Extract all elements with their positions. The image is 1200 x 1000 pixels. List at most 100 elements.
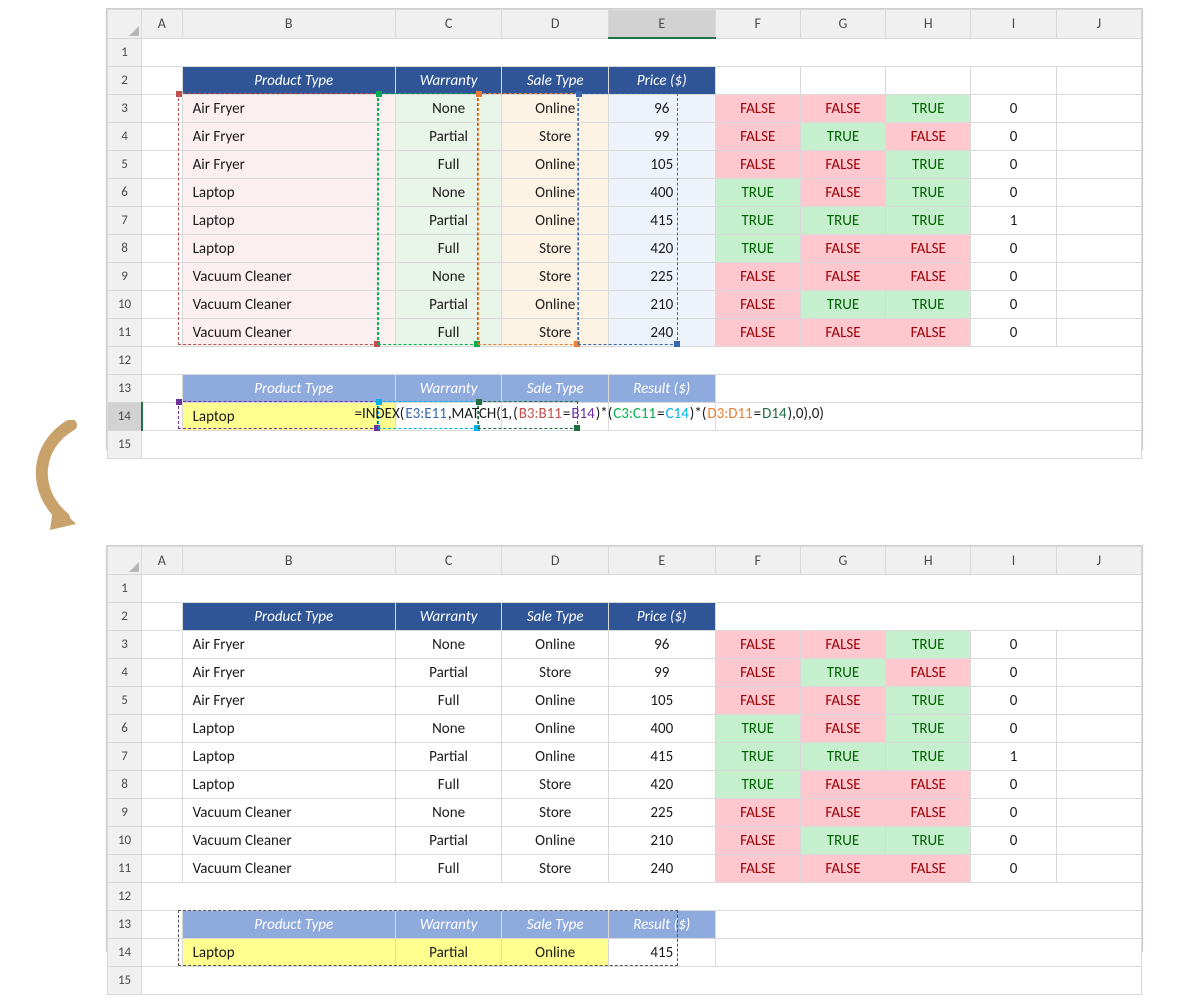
- row-header[interactable]: 9: [108, 263, 142, 291]
- cell[interactable]: [715, 375, 1141, 403]
- cell[interactable]: 420: [608, 771, 715, 799]
- cell[interactable]: [142, 179, 183, 207]
- cell[interactable]: TRUE: [886, 95, 971, 123]
- cell[interactable]: FALSE: [715, 123, 800, 151]
- header-price[interactable]: Price ($): [608, 603, 715, 631]
- cell[interactable]: [142, 123, 183, 151]
- cell[interactable]: [142, 431, 1142, 459]
- lookup-sale-type[interactable]: Online: [502, 939, 609, 967]
- cell[interactable]: Partial: [395, 743, 502, 771]
- lookup-header-product-type[interactable]: Product Type: [182, 375, 395, 403]
- cell[interactable]: 0: [971, 151, 1056, 179]
- cell[interactable]: [142, 207, 183, 235]
- col-header-D[interactable]: D: [502, 547, 609, 575]
- cell[interactable]: FALSE: [800, 855, 885, 883]
- cell[interactable]: 210: [608, 827, 715, 855]
- cell[interactable]: FALSE: [800, 715, 885, 743]
- cell[interactable]: 1: [971, 743, 1056, 771]
- col-header-C[interactable]: C: [395, 547, 502, 575]
- cell[interactable]: [395, 403, 502, 431]
- cell[interactable]: None: [395, 179, 502, 207]
- cell[interactable]: [1056, 659, 1141, 687]
- cell[interactable]: [1056, 771, 1141, 799]
- cell[interactable]: Vacuum Cleaner: [182, 799, 395, 827]
- cell[interactable]: 0: [971, 319, 1056, 347]
- row-header[interactable]: 1: [108, 38, 142, 67]
- row-header[interactable]: 5: [108, 151, 142, 179]
- row-header[interactable]: 11: [108, 319, 142, 347]
- cell[interactable]: Store: [502, 235, 609, 263]
- cell[interactable]: TRUE: [886, 715, 971, 743]
- header-product-type[interactable]: Product Type: [182, 67, 395, 95]
- cell[interactable]: 96: [608, 95, 715, 123]
- cell[interactable]: Store: [502, 319, 609, 347]
- cell[interactable]: FALSE: [715, 855, 800, 883]
- cell[interactable]: FALSE: [800, 687, 885, 715]
- cell[interactable]: [502, 403, 609, 431]
- cell[interactable]: Air Fryer: [182, 687, 395, 715]
- cell[interactable]: Laptop: [182, 207, 395, 235]
- row-header[interactable]: 6: [108, 715, 142, 743]
- cell[interactable]: Vacuum Cleaner: [182, 263, 395, 291]
- col-header-J[interactable]: J: [1056, 547, 1141, 575]
- cell[interactable]: Vacuum Cleaner: [182, 827, 395, 855]
- cell[interactable]: [142, 291, 183, 319]
- cell[interactable]: TRUE: [715, 207, 800, 235]
- cell[interactable]: FALSE: [715, 263, 800, 291]
- cell[interactable]: TRUE: [800, 207, 885, 235]
- cell[interactable]: FALSE: [715, 827, 800, 855]
- cell[interactable]: FALSE: [800, 799, 885, 827]
- cell[interactable]: FALSE: [715, 319, 800, 347]
- cell[interactable]: Full: [395, 771, 502, 799]
- lookup-header-warranty[interactable]: Warranty: [395, 911, 502, 939]
- col-header-C[interactable]: C: [395, 10, 502, 39]
- lookup-header-sale-type[interactable]: Sale Type: [502, 911, 609, 939]
- row-header[interactable]: 13: [108, 911, 142, 939]
- cell[interactable]: Store: [502, 659, 609, 687]
- cell[interactable]: TRUE: [800, 827, 885, 855]
- cell[interactable]: [142, 319, 183, 347]
- cell[interactable]: TRUE: [715, 743, 800, 771]
- cell[interactable]: Store: [502, 263, 609, 291]
- cell[interactable]: 0: [971, 95, 1056, 123]
- row-header[interactable]: 3: [108, 631, 142, 659]
- cell[interactable]: Full: [395, 855, 502, 883]
- cell[interactable]: FALSE: [800, 151, 885, 179]
- row-header[interactable]: 3: [108, 95, 142, 123]
- row-header[interactable]: 9: [108, 799, 142, 827]
- cell[interactable]: Vacuum Cleaner: [182, 319, 395, 347]
- cell[interactable]: [142, 939, 183, 967]
- cell[interactable]: Store: [502, 799, 609, 827]
- cell[interactable]: 240: [608, 319, 715, 347]
- cell[interactable]: [715, 911, 1141, 939]
- lookup-header-result[interactable]: Result ($): [608, 911, 715, 939]
- cell[interactable]: TRUE: [886, 743, 971, 771]
- result-cell[interactable]: 415: [608, 939, 715, 967]
- select-all-corner[interactable]: [108, 547, 142, 575]
- cell[interactable]: 105: [608, 151, 715, 179]
- cell[interactable]: TRUE: [800, 743, 885, 771]
- cell[interactable]: Store: [502, 123, 609, 151]
- cell[interactable]: [1056, 855, 1141, 883]
- cell[interactable]: [142, 403, 183, 431]
- cell[interactable]: 0: [971, 263, 1056, 291]
- cell[interactable]: [142, 631, 183, 659]
- cell[interactable]: None: [395, 263, 502, 291]
- cell[interactable]: 99: [608, 659, 715, 687]
- cell[interactable]: FALSE: [800, 319, 885, 347]
- cell[interactable]: 0: [971, 123, 1056, 151]
- cell[interactable]: 0: [971, 799, 1056, 827]
- row-header[interactable]: 10: [108, 827, 142, 855]
- cell[interactable]: FALSE: [800, 235, 885, 263]
- cell[interactable]: 0: [971, 827, 1056, 855]
- cell[interactable]: Store: [502, 771, 609, 799]
- cell[interactable]: Online: [502, 179, 609, 207]
- cell[interactable]: [142, 911, 183, 939]
- col-header-G[interactable]: G: [800, 10, 885, 39]
- row-header[interactable]: 6: [108, 179, 142, 207]
- cell[interactable]: TRUE: [715, 179, 800, 207]
- cell[interactable]: Full: [395, 235, 502, 263]
- cell[interactable]: [142, 967, 1142, 995]
- row-header[interactable]: 1: [108, 575, 142, 603]
- lookup-product-type[interactable]: Laptop: [182, 403, 395, 431]
